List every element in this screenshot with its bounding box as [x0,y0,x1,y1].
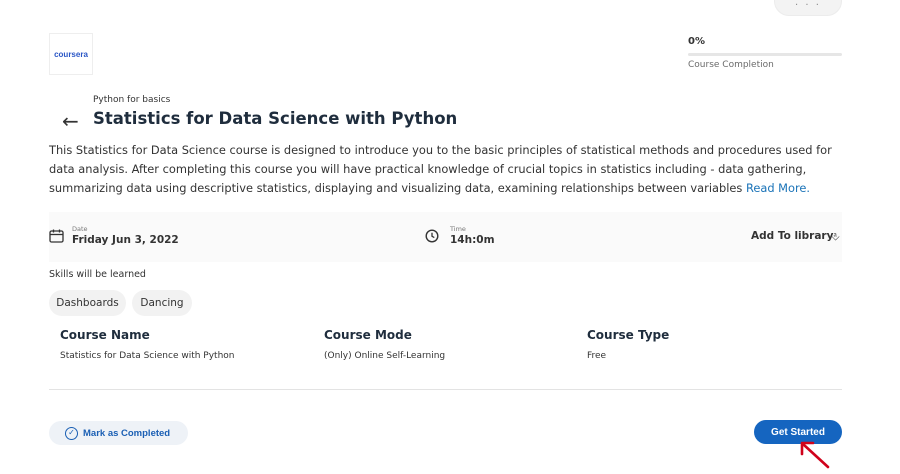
time-value: 14h:0m [450,234,495,246]
cursor-arrow-icon [798,440,832,474]
skills-heading: Skills will be learned [49,269,146,280]
more-icon: · · · [795,0,821,11]
course-type-value: Free [587,351,607,361]
course-description: This Statistics for Data Science course … [49,141,842,198]
add-to-library-button[interactable]: Add To library [751,230,833,242]
course-mode-heading: Course Mode [324,328,412,342]
course-name-value: Statistics for Data Science with Python [60,351,235,361]
mark-completed-label: Mark as Completed [83,427,171,439]
read-more-link[interactable]: Read More. [746,181,810,195]
calendar-icon [49,228,64,247]
time-label: Time [450,225,466,233]
description-text: This Statistics for Data Science course … [49,143,832,195]
divider [49,389,842,390]
progress-percent: 0% [688,36,705,47]
course-mode-value: (Only) Online Self-Learning [324,351,446,361]
top-menu-pill[interactable]: · · · [774,0,842,16]
course-name-heading: Course Name [60,328,150,342]
course-type-heading: Course Type [587,328,670,342]
progress-bar [688,53,842,56]
skill-chip-dancing[interactable]: Dancing [132,290,192,316]
page-title: Statistics for Data Science with Python [93,109,458,128]
mark-completed-button[interactable]: ✓ Mark as Completed [49,421,188,445]
clock-icon [425,228,439,247]
skill-chip-dashboards[interactable]: Dashboards [49,290,126,316]
date-value: Friday Jun 3, 2022 [72,234,179,246]
provider-logo: coursera [49,33,93,75]
arrow-left-icon[interactable]: ← [62,111,79,131]
graduation-cap-icon[interactable]: ⎀ [831,230,840,244]
progress-label: Course Completion [688,60,774,70]
check-circle-icon: ✓ [65,426,78,440]
breadcrumb[interactable]: Python for basics [93,95,170,105]
logo-text: coursera [54,49,88,59]
date-label: Date [72,225,88,233]
